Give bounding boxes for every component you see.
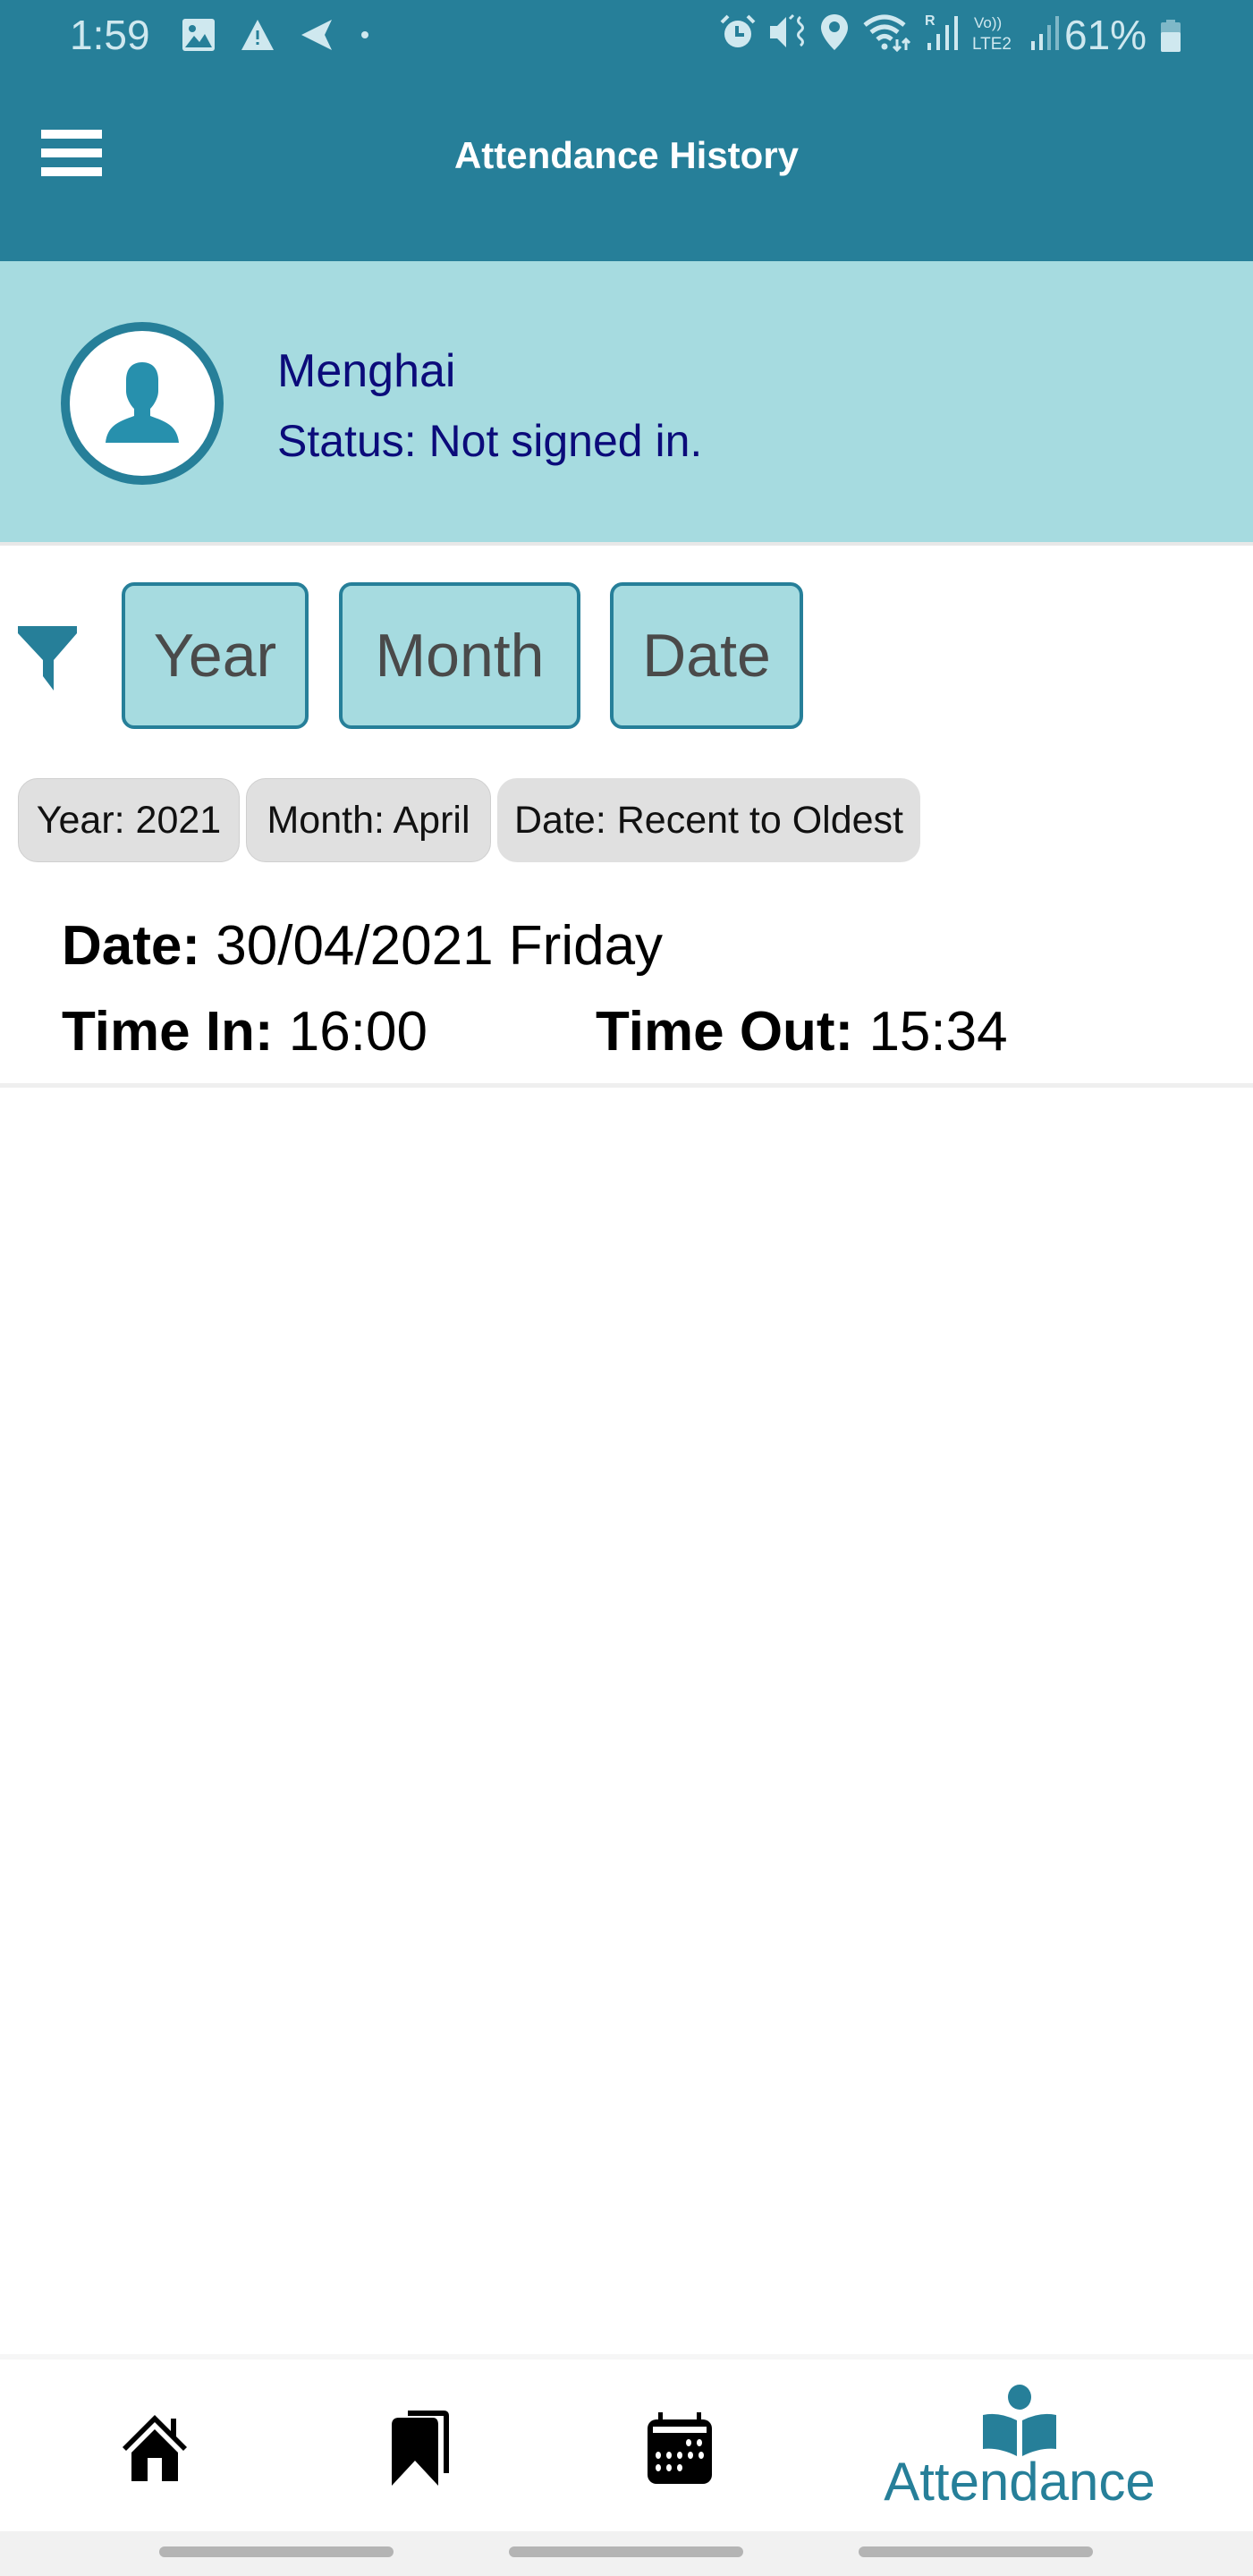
nav-bookmarks[interactable] — [353, 2360, 487, 2537]
reading-person-icon — [983, 2384, 1056, 2456]
gallery-icon — [182, 19, 215, 51]
sign-in-status: Status: Not signed in. — [277, 416, 703, 466]
signal-roaming-icon: R — [925, 13, 958, 50]
system-nav-handle[interactable] — [509, 2546, 743, 2557]
nav-home[interactable] — [89, 2360, 224, 2537]
page-title: Attendance History — [453, 134, 800, 176]
mute-vibrate-icon — [770, 13, 804, 47]
status-bar: 1:59 R Vo)) LTE2 61% — [0, 0, 1253, 80]
signal-icon — [1031, 16, 1059, 50]
warning-icon — [241, 20, 274, 50]
filter-icon[interactable] — [16, 626, 79, 691]
month-filter-chip[interactable]: Month: April — [246, 778, 491, 862]
svg-text:R: R — [925, 13, 936, 29]
time-in-label: Time In: — [62, 1001, 274, 1063]
app-bar: Attendance History — [0, 80, 1253, 261]
month-filter-button[interactable]: Month — [339, 582, 580, 729]
time-out-label: Time Out: — [596, 1001, 854, 1063]
time-out-value: 15:34 — [868, 1001, 1008, 1063]
system-nav-handle[interactable] — [159, 2546, 394, 2557]
record-date-value: 30/04/2021 Friday — [216, 915, 664, 977]
bookmarks-icon — [392, 2411, 449, 2486]
svg-text:LTE2: LTE2 — [972, 35, 1012, 52]
location-icon — [821, 14, 848, 50]
record-time-out: Time Out: 15:34 — [596, 1000, 1008, 1063]
attendance-record: Date: 30/04/2021 Friday Time In: 16:00 T… — [0, 903, 1253, 1088]
volte-lte2-icon: Vo)) LTE2 — [972, 14, 1012, 52]
year-filter-chip[interactable]: Year: 2021 — [18, 778, 240, 862]
year-filter-button[interactable]: Year — [122, 582, 309, 729]
nav-attendance[interactable]: Attendance — [859, 2360, 1181, 2537]
send-icon — [301, 20, 332, 50]
home-icon — [123, 2415, 187, 2481]
status-time: 1:59 — [70, 12, 150, 58]
calendar-icon — [648, 2412, 712, 2484]
system-nav-handle[interactable] — [859, 2546, 1093, 2557]
profile-header: Menghai Status: Not signed in. — [0, 261, 1253, 546]
wifi-icon — [863, 14, 911, 52]
nav-attendance-label: Attendance — [884, 2451, 1156, 2512]
dot-icon — [361, 31, 368, 38]
time-in-value: 16:00 — [288, 1001, 428, 1063]
system-nav-bar — [0, 2531, 1253, 2576]
battery-percent: 61% — [1064, 12, 1147, 58]
svg-text:Vo)): Vo)) — [974, 14, 1002, 31]
avatar — [61, 322, 224, 485]
user-avatar-icon — [106, 362, 179, 443]
record-time-in: Time In: 16:00 — [62, 1000, 428, 1063]
date-filter-button[interactable]: Date — [610, 582, 803, 729]
battery-icon — [1161, 20, 1181, 52]
user-name: Menghai — [277, 345, 456, 397]
alarm-icon — [720, 14, 756, 47]
nav-calendar[interactable] — [613, 2360, 747, 2537]
record-date: Date: 30/04/2021 Friday — [62, 914, 663, 978]
date-sort-chip[interactable]: Date: Recent to Oldest — [497, 778, 920, 862]
bottom-nav: Attendance — [0, 2354, 1253, 2531]
record-date-label: Date: — [62, 915, 201, 977]
